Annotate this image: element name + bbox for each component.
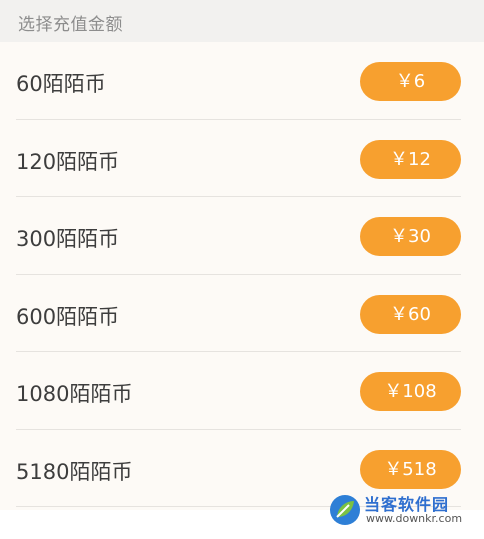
section-title: 选择充值金额 bbox=[18, 15, 123, 35]
price-button[interactable]: ￥518 bbox=[360, 449, 461, 489]
recharge-amount-label: 300陌陌币 bbox=[16, 227, 120, 251]
recharge-amount-label: 5180陌陌币 bbox=[16, 459, 133, 484]
price-button[interactable]: ￥30 bbox=[360, 217, 461, 256]
price-button[interactable]: ￥6 bbox=[360, 62, 461, 101]
leaf-logo-icon bbox=[330, 495, 360, 525]
price-button[interactable]: ￥60 bbox=[360, 294, 461, 334]
recharge-option-row[interactable]: 300陌陌币 ￥30 bbox=[0, 197, 484, 275]
recharge-amount-label: 1080陌陌币 bbox=[16, 382, 133, 406]
recharge-option-row[interactable]: 60陌陌币 ￥6 bbox=[0, 42, 484, 120]
site-watermark: 当客软件园 www.downkr.com bbox=[328, 491, 478, 531]
recharge-amount-label: 120陌陌币 bbox=[16, 149, 120, 174]
recharge-option-row[interactable]: 600陌陌币 ￥60 bbox=[0, 275, 484, 352]
price-button[interactable]: ￥12 bbox=[360, 139, 461, 179]
watermark-url: www.downkr.com bbox=[366, 512, 463, 525]
recharge-option-row[interactable]: 120陌陌币 ￥12 bbox=[0, 120, 484, 197]
recharge-options-list: 60陌陌币 ￥6 120陌陌币 ￥12 300陌陌币 ￥30 600陌陌币 ￥6… bbox=[0, 42, 484, 510]
recharge-amount-label: 60陌陌币 bbox=[16, 72, 106, 96]
section-header: 选择充值金额 bbox=[0, 0, 484, 42]
price-button[interactable]: ￥108 bbox=[360, 372, 461, 411]
recharge-option-row[interactable]: 1080陌陌币 ￥108 bbox=[0, 352, 484, 430]
recharge-amount-label: 600陌陌币 bbox=[16, 304, 120, 329]
